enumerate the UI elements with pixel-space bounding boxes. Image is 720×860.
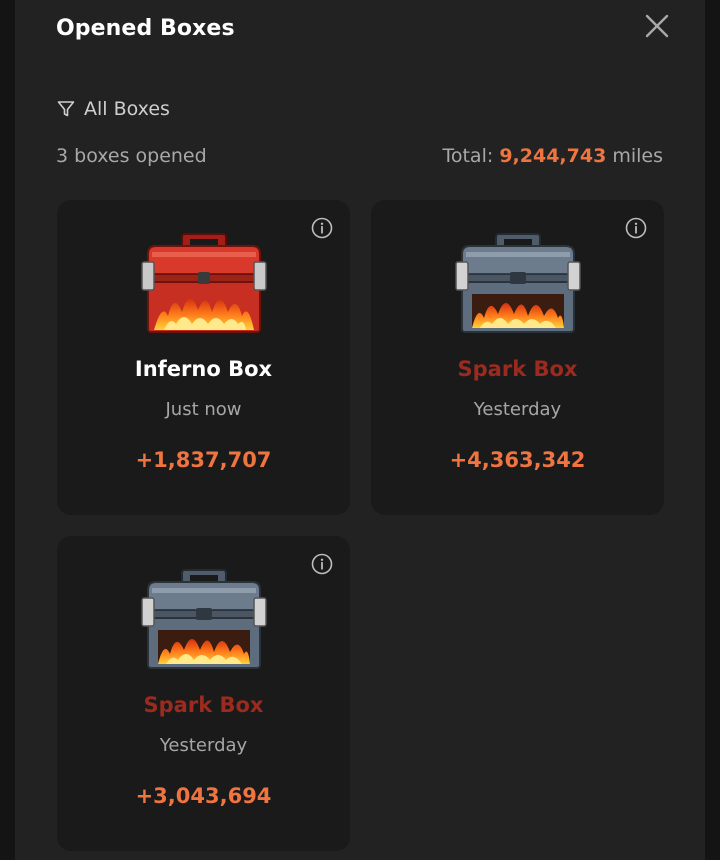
box-time: Yesterday bbox=[159, 735, 248, 756]
info-button[interactable] bbox=[311, 553, 333, 575]
box-time: Just now bbox=[165, 399, 242, 420]
info-icon bbox=[311, 217, 333, 239]
box-amount: +1,837,707 bbox=[135, 448, 272, 472]
gray-chest-icon bbox=[454, 233, 581, 333]
box-card[interactable]: Inferno Box Just now +1,837,707 bbox=[57, 200, 350, 515]
info-icon bbox=[625, 217, 647, 239]
info-icon bbox=[311, 553, 333, 575]
boxes-opened-count: 3 boxes opened bbox=[56, 145, 207, 167]
box-name: Spark Box bbox=[143, 693, 264, 717]
opened-boxes-modal: Opened Boxes All Boxes 3 boxes opened To… bbox=[15, 0, 705, 860]
modal-title: Opened Boxes bbox=[56, 16, 235, 41]
box-name: Spark Box bbox=[457, 357, 578, 381]
info-button[interactable] bbox=[625, 217, 647, 239]
total-unit: miles bbox=[612, 145, 663, 167]
info-button[interactable] bbox=[311, 217, 333, 239]
box-card[interactable]: Spark Box Yesterday +3,043,694 bbox=[57, 536, 350, 851]
box-card[interactable]: Spark Box Yesterday +4,363,342 bbox=[371, 200, 664, 515]
red-chest-icon bbox=[140, 233, 267, 333]
box-amount: +3,043,694 bbox=[135, 784, 272, 808]
total-value: 9,244,743 bbox=[499, 145, 607, 167]
close-button[interactable] bbox=[643, 12, 671, 40]
filter-icon bbox=[57, 101, 75, 117]
gray-chest-icon bbox=[140, 569, 267, 669]
total-label: Total: bbox=[442, 145, 494, 167]
total-miles: Total: 9,244,743 miles bbox=[442, 145, 663, 167]
close-icon bbox=[645, 14, 669, 38]
filter-dropdown[interactable]: All Boxes bbox=[56, 98, 170, 120]
box-name: Inferno Box bbox=[134, 357, 273, 381]
filter-label: All Boxes bbox=[84, 98, 170, 120]
box-amount: +4,363,342 bbox=[449, 448, 586, 472]
box-time: Yesterday bbox=[473, 399, 562, 420]
